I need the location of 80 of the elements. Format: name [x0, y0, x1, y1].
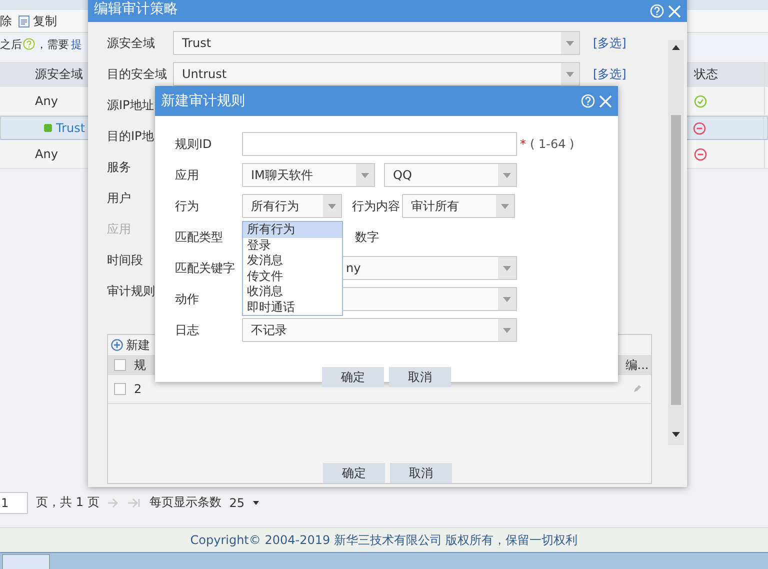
notice-text: ，需要 — [36, 36, 69, 52]
column-header: 编... — [624, 356, 650, 374]
new-button[interactable]: 新建 — [126, 336, 150, 354]
dialog-title: 新建审计规则 — [161, 92, 246, 110]
field-label: 匹配关键字 — [175, 260, 236, 276]
field-label: 行为内容 — [352, 198, 400, 214]
multi-select-link[interactable]: [多选] — [593, 34, 626, 52]
field-label: 源安全域 — [107, 36, 155, 50]
dropdown-option[interactable]: 发消息 — [243, 253, 342, 268]
input-field[interactable] — [242, 132, 517, 156]
document-icon — [18, 14, 30, 28]
radio-label[interactable]: 数字 — [355, 228, 379, 246]
select-field[interactable]: Trust — [173, 31, 580, 55]
column-header: 规 — [134, 356, 146, 374]
close-icon[interactable] — [599, 94, 612, 108]
caret-icon[interactable] — [252, 500, 259, 504]
caret-icon — [501, 204, 509, 208]
field-label: 规则ID — [175, 136, 213, 152]
multi-select-link[interactable]: [多选] — [593, 66, 626, 82]
caret-icon — [503, 172, 511, 178]
caret-icon — [566, 40, 574, 46]
select-field[interactable]: Untrust — [173, 62, 580, 86]
close-icon[interactable] — [668, 5, 681, 18]
dialog-button[interactable]: 取消 — [390, 463, 452, 483]
dialog-button[interactable]: 确定 — [322, 367, 384, 387]
page-size-select[interactable]: 25 — [229, 496, 245, 510]
help-icon[interactable] — [23, 38, 35, 50]
dropdown-option[interactable]: 即时通话 — [243, 300, 342, 315]
field-label: 目的IP地 — [107, 128, 154, 142]
scrollbar[interactable] — [668, 40, 684, 445]
page-field[interactable]: 1 — [0, 492, 28, 514]
notice-link[interactable]: 提 — [71, 36, 82, 52]
field-label: 日志 — [175, 322, 200, 338]
table-cell: Any — [35, 94, 58, 108]
field-label: 服务 — [107, 160, 131, 174]
select-field[interactable]: 所有行为 — [242, 194, 342, 218]
add-icon[interactable] — [111, 339, 123, 351]
select-field[interactable]: 审计所有 — [402, 194, 515, 218]
select-field[interactable]: IM聊天软件 — [242, 163, 375, 187]
page-count: 页，共 1 页 — [36, 494, 100, 511]
column-header: 源安全域 — [35, 66, 84, 82]
pencil-icon[interactable] — [632, 384, 642, 394]
dropdown-option[interactable]: 所有行为 — [243, 222, 342, 238]
dropdown-option[interactable]: 登录 — [243, 238, 342, 253]
field-label: 时间段 — [107, 252, 143, 266]
field-label: 应用 — [107, 222, 131, 236]
field-label: 目的安全域 — [107, 66, 167, 80]
field-label: 审计规则 — [107, 284, 155, 298]
dialog-button[interactable]: 取消 — [389, 367, 451, 387]
select-field[interactable]: QQ — [384, 163, 517, 187]
table-cell: 2 — [134, 382, 142, 396]
select-field[interactable]: 不记录 — [242, 318, 517, 342]
caret-icon — [328, 204, 336, 208]
toolbar-button[interactable]: 除 — [0, 12, 12, 30]
table-cell: Any — [35, 147, 58, 161]
caret-icon — [503, 266, 511, 270]
checkbox[interactable] — [114, 383, 126, 395]
table-cell: Trust — [56, 121, 86, 135]
field-label: 源IP地址 — [107, 98, 154, 112]
caret-icon — [566, 72, 574, 76]
dropdown-option[interactable]: 收消息 — [243, 284, 342, 300]
scroll-down-icon[interactable] — [672, 432, 680, 437]
caret-icon — [361, 172, 369, 178]
toolbar-button[interactable]: 复制 — [33, 12, 57, 30]
taskbar-button[interactable] — [2, 554, 50, 569]
field-label: 匹配类型 — [175, 228, 224, 246]
range-hint: ( 1-64 ) — [530, 137, 574, 151]
dialog-title: 编辑审计策略 — [94, 0, 179, 18]
field-label: 行为 — [175, 198, 200, 214]
checkbox[interactable] — [114, 359, 126, 371]
field-label: 用户 — [107, 190, 131, 204]
scroll-up-icon[interactable] — [672, 45, 680, 50]
dialog-button[interactable]: 确定 — [323, 463, 385, 483]
copyright-text: Copyright© 2004-2019 新华三技术有限公司 版权所有，保留一切权利 — [190, 532, 578, 548]
field-label: 应用 — [175, 166, 200, 184]
caret-icon — [503, 296, 511, 302]
field-label: 动作 — [175, 290, 200, 308]
notice-text: 之后 — [0, 36, 22, 52]
page-size-label: 每页显示条数 — [149, 494, 222, 511]
required-mark: * — [520, 137, 526, 151]
